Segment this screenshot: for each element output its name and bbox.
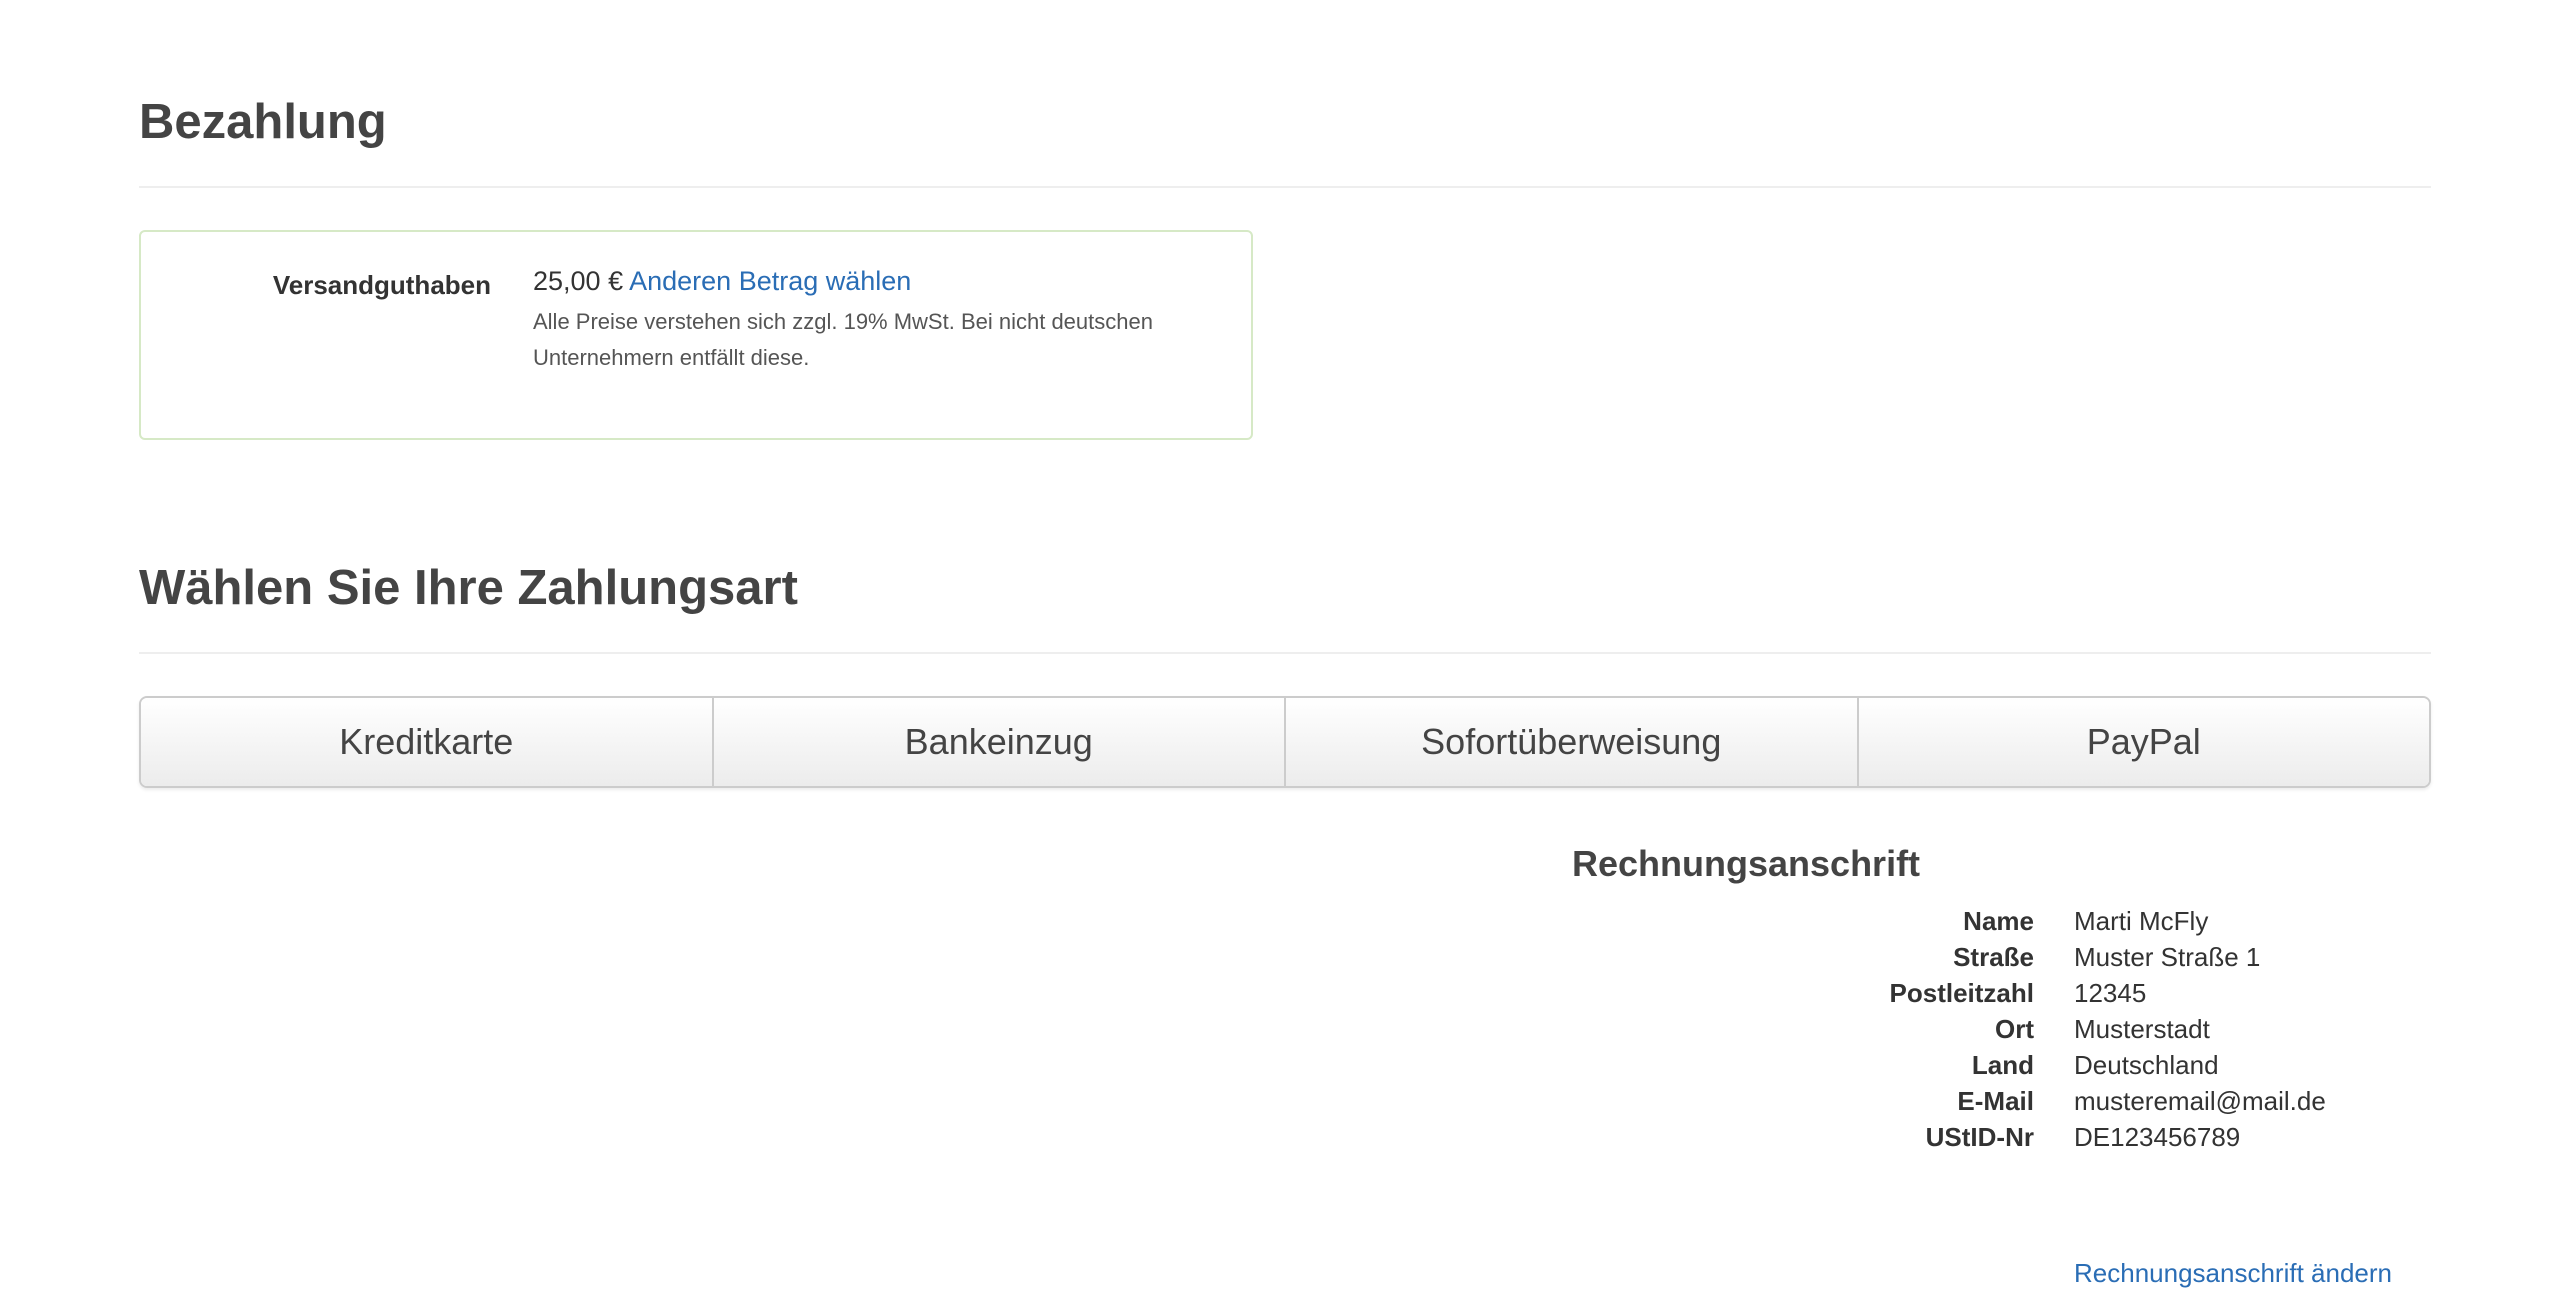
tab-paypal[interactable]: PayPal	[1858, 698, 2429, 786]
payment-method-tabs: Kreditkarte Bankeinzug Sofortüberweisung…	[139, 696, 2431, 788]
billing-value: musteremail@mail.de	[2074, 1086, 2326, 1116]
billing-value: DE123456789	[2074, 1122, 2241, 1152]
billing-value: Marti McFly	[2074, 906, 2209, 936]
vat-note: Alle Preise verstehen sich zzgl. 19% MwS…	[533, 309, 1153, 370]
billing-title: Rechnungsanschrift	[1572, 843, 1921, 884]
payment-method-divider	[139, 652, 2431, 654]
billing-row-street: Straße Muster Straße 1	[1572, 942, 2432, 978]
payment-method-title: Wählen Sie Ihre Zahlungsart	[139, 561, 798, 615]
billing-key: E-Mail	[1957, 1086, 2034, 1116]
payment-title: Bezahlung	[139, 95, 387, 149]
billing-key: UStID-Nr	[1925, 1122, 2034, 1152]
billing-value: 12345	[2074, 978, 2147, 1008]
billing-key: Straße	[1953, 942, 2034, 972]
payment-divider	[139, 186, 2431, 188]
billing-value: Deutschland	[2074, 1050, 2219, 1080]
billing-key: Ort	[1995, 1014, 2034, 1044]
shipping-credit-amount: 25,00 €	[533, 266, 624, 296]
billing-key: Name	[1963, 906, 2034, 936]
billing-row-vat-id: UStID-Nr DE123456789	[1572, 1122, 2432, 1158]
tab-bankeinzug[interactable]: Bankeinzug	[713, 698, 1286, 786]
tab-kreditkarte[interactable]: Kreditkarte	[141, 698, 714, 786]
billing-address: Rechnungsanschrift Name Marti McFly Stra…	[1572, 843, 2432, 1288]
billing-row-country: Land Deutschland	[1572, 1050, 2432, 1086]
billing-value: Musterstadt	[2074, 1014, 2210, 1044]
billing-row-postcode: Postleitzahl 12345	[1572, 978, 2432, 1014]
billing-table: Name Marti McFly Straße Muster Straße 1 …	[1572, 906, 2432, 1288]
shipping-credit-box: Versandguthaben 25,00 € Anderen Betrag w…	[139, 230, 1253, 440]
billing-key: Land	[1971, 1050, 2034, 1080]
change-amount-link[interactable]: Anderen Betrag wählen	[629, 266, 911, 296]
billing-row-city: Ort Musterstadt	[1572, 1014, 2432, 1050]
shipping-credit-value: 25,00 € Anderen Betrag wählen	[533, 266, 911, 297]
tab-sofortueberweisung[interactable]: Sofortüberweisung	[1286, 698, 1859, 786]
shipping-credit-label: Versandguthaben	[272, 270, 491, 300]
change-billing-address-link[interactable]: Rechnungsanschrift ändern	[2074, 1258, 2392, 1289]
billing-key: Postleitzahl	[1889, 978, 2034, 1008]
billing-row-name: Name Marti McFly	[1572, 906, 2432, 942]
billing-row-email: E-Mail musteremail@mail.de	[1572, 1086, 2432, 1122]
billing-value: Muster Straße 1	[2074, 942, 2261, 972]
